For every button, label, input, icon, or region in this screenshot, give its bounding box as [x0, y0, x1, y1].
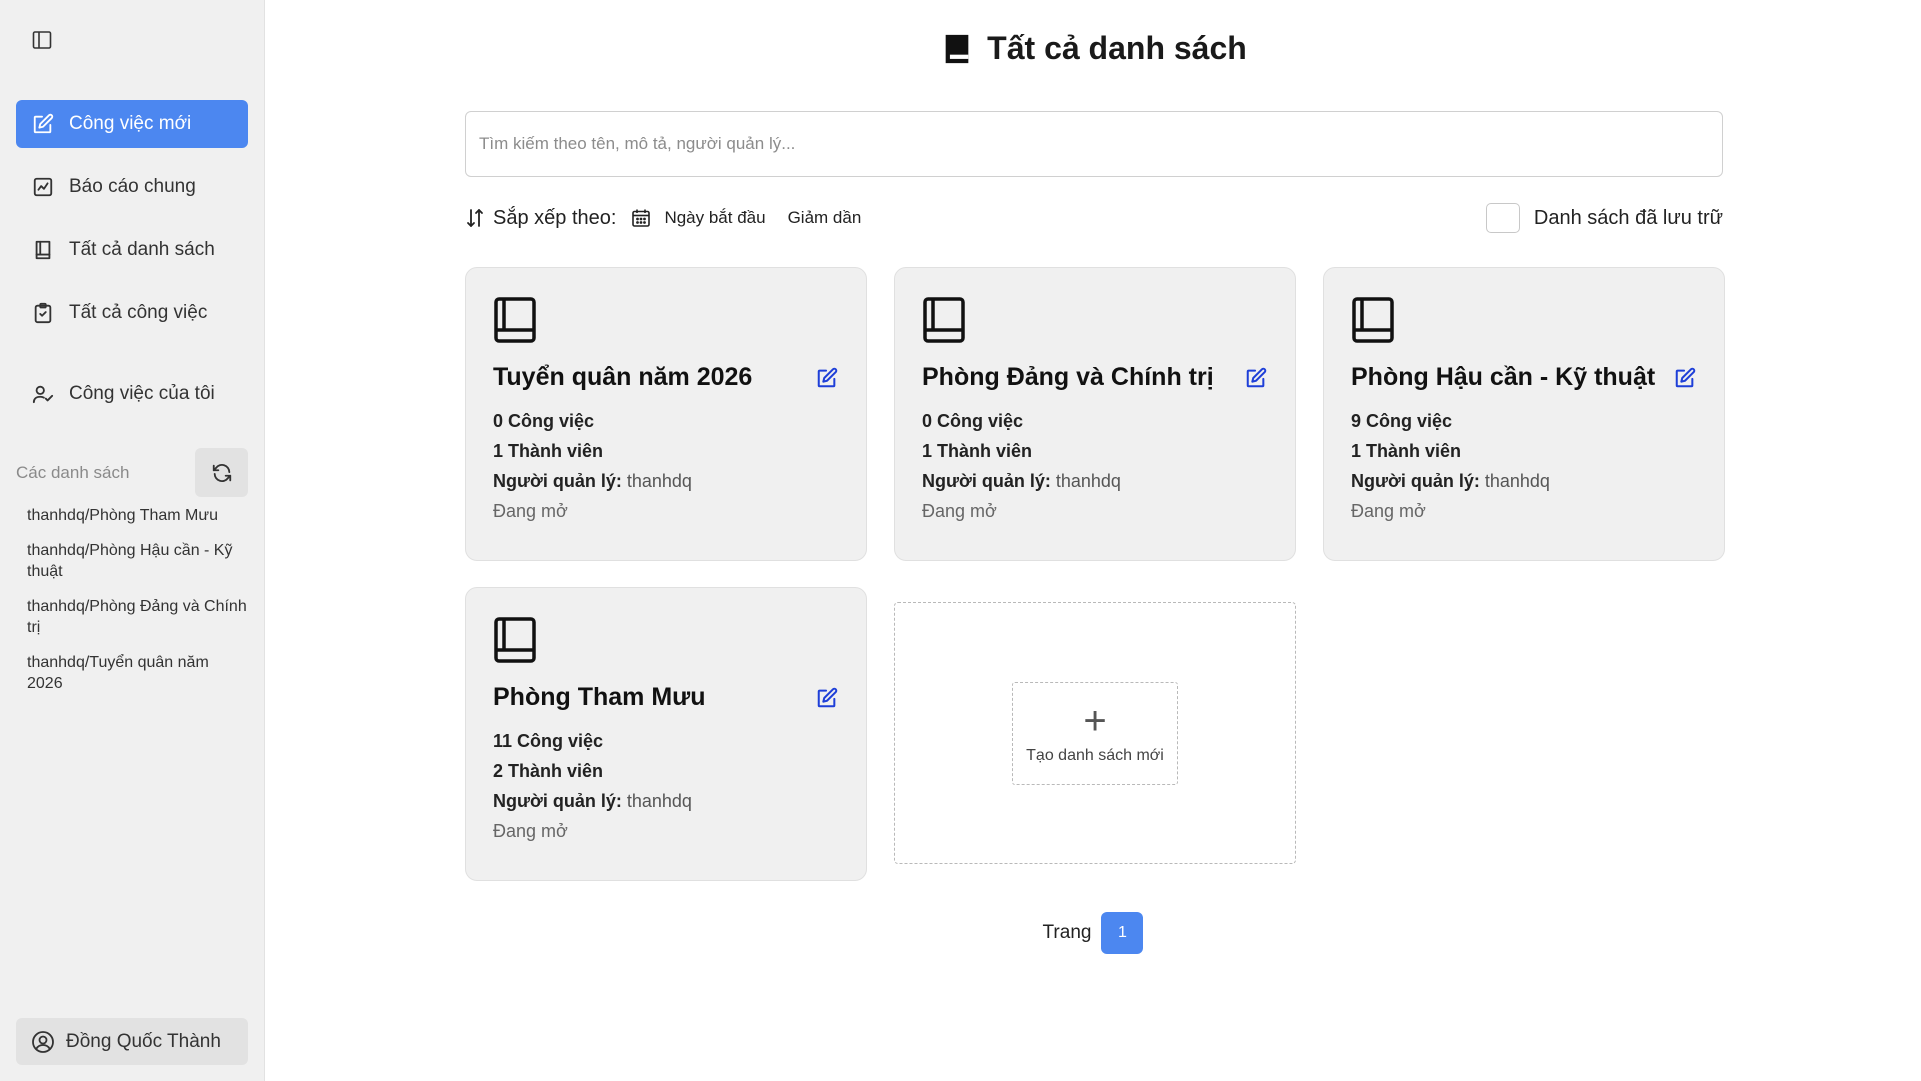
edit-square-icon — [31, 112, 55, 136]
nav-item-label: Công việc mới — [69, 113, 192, 134]
manager-label: Người quản lý: — [493, 791, 622, 811]
list-card-title: Phòng Tham Mưu — [493, 683, 706, 711]
nav-item-label: Báo cáo chung — [69, 176, 196, 197]
sort-label: Sắp xếp theo: — [493, 206, 617, 229]
pagination-label: Trang — [1042, 922, 1092, 943]
list-status: Đang mở — [493, 501, 568, 521]
refresh-lists-button[interactable] — [195, 448, 248, 497]
book-icon — [31, 238, 55, 262]
list-card[interactable]: Tuyển quân năm 2026 0 Công việc 1 Thành … — [465, 267, 867, 561]
edit-list-button[interactable] — [815, 686, 839, 710]
pagination: Trang 1 — [265, 912, 1921, 954]
page-title: Tất cả danh sách — [265, 30, 1921, 67]
nav-item-all-lists[interactable]: Tất cả danh sách — [16, 226, 248, 274]
user-circle-icon — [30, 1029, 56, 1055]
list-card-title: Tuyển quân năm 2026 — [493, 363, 753, 391]
book-icon — [1352, 297, 1394, 343]
sidebar-list-link[interactable]: thanhdq/Phòng Đảng và Chính trị — [27, 596, 248, 638]
manager-value: thanhdq — [1484, 471, 1550, 491]
refresh-icon — [212, 463, 231, 482]
sidebar-list-link[interactable]: thanhdq/Tuyển quân năm 2026 — [27, 652, 248, 694]
member-count: 1 Thành viên — [922, 441, 1033, 461]
sidebar-toggle-button[interactable] — [30, 28, 54, 52]
list-card[interactable]: Phòng Hậu cần - Kỹ thuật 9 Công việc 1 T… — [1323, 267, 1725, 561]
sort-field-value: Ngày bắt đầu — [664, 208, 766, 227]
lists-header: Các danh sách — [16, 448, 248, 497]
task-count: 11 Công việc — [493, 731, 604, 751]
manager-label: Người quản lý: — [922, 471, 1051, 491]
user-name: Đồng Quốc Thành — [66, 1030, 221, 1052]
member-count: 1 Thành viên — [1351, 441, 1462, 461]
lists-section-title: Các danh sách — [16, 462, 130, 482]
sidebar-nav: Công việc mới Báo cáo chung Tất cả danh … — [16, 100, 248, 433]
new-list-card: + Tạo danh sách mới — [894, 602, 1296, 864]
nav-item-label: Tất cả công việc — [69, 302, 208, 323]
sort-row: Sắp xếp theo: Ngày bắt đầu Giảm dần Danh… — [465, 200, 1723, 236]
nav-item-new-task[interactable]: Công việc mới — [16, 100, 248, 148]
list-card[interactable]: Phòng Đảng và Chính trị 0 Công việc 1 Th… — [894, 267, 1296, 561]
create-list-label: Tạo danh sách mới — [1026, 747, 1164, 764]
manager-value: thanhdq — [626, 471, 692, 491]
book-icon — [939, 31, 975, 67]
sort-direction-toggle[interactable]: Giảm dần — [788, 208, 862, 228]
edit-icon — [817, 687, 838, 707]
sidebar-list-link[interactable]: thanhdq/Phòng Tham Mưu — [27, 505, 248, 526]
manager-label: Người quản lý: — [1351, 471, 1480, 491]
sidebar-list-links: thanhdq/Phòng Tham Mưu thanhdq/Phòng Hậu… — [27, 505, 248, 708]
task-count: 9 Công việc — [1351, 411, 1453, 431]
edit-list-button[interactable] — [815, 366, 839, 390]
book-icon — [494, 297, 536, 343]
nav-item-general-report[interactable]: Báo cáo chung — [16, 163, 248, 211]
archived-label: Danh sách đã lưu trữ — [1533, 206, 1723, 229]
task-count: 0 Công việc — [922, 411, 1024, 431]
create-list-button[interactable]: + Tạo danh sách mới — [1012, 681, 1178, 785]
list-status: Đang mở — [1351, 501, 1426, 521]
page-button-current[interactable]: 1 — [1101, 912, 1144, 954]
manager-value: thanhdq — [626, 791, 692, 811]
list-card[interactable]: Phòng Tham Mưu 11 Công việc 2 Thành viên… — [465, 587, 867, 881]
archived-lists-toggle[interactable]: Danh sách đã lưu trữ — [1485, 203, 1723, 233]
member-count: 1 Thành viên — [493, 441, 604, 461]
sidebar-panel-icon — [32, 31, 52, 49]
manager-value: thanhdq — [1055, 471, 1121, 491]
nav-item-label: Tất cả danh sách — [69, 239, 215, 260]
book-icon — [494, 617, 536, 663]
search-input[interactable] — [465, 111, 1723, 177]
edit-icon — [1246, 367, 1267, 387]
edit-icon — [1675, 367, 1696, 387]
main-content: Tất cả danh sách Sắp xếp theo: Ngày bắt — [265, 0, 1921, 1081]
sort-field-select[interactable]: Ngày bắt đầu — [630, 207, 766, 229]
chart-icon — [31, 175, 55, 199]
sidebar-list-link[interactable]: thanhdq/Phòng Hậu cần - Kỹ thuật — [27, 540, 248, 582]
archived-checkbox[interactable] — [1485, 203, 1520, 233]
member-count: 2 Thành viên — [493, 761, 604, 781]
book-icon — [923, 297, 965, 343]
user-profile-button[interactable]: Đồng Quốc Thành — [16, 1018, 248, 1065]
page-title-text: Tất cả danh sách — [987, 30, 1247, 66]
manager-label: Người quản lý: — [493, 471, 622, 491]
nav-item-my-tasks[interactable]: Công việc của tôi — [16, 370, 248, 418]
list-card-title: Phòng Đảng và Chính trị — [922, 363, 1214, 391]
list-card-title: Phòng Hậu cần - Kỹ thuật — [1351, 363, 1656, 391]
task-count: 0 Công việc — [493, 411, 595, 431]
edit-icon — [817, 367, 838, 387]
nav-item-all-tasks[interactable]: Tất cả công việc — [16, 289, 248, 337]
user-check-icon — [31, 382, 55, 406]
calendar-icon — [630, 207, 652, 229]
edit-list-button[interactable] — [1673, 366, 1697, 390]
sort-icon — [465, 206, 485, 230]
sidebar: Công việc mới Báo cáo chung Tất cả danh … — [0, 0, 265, 1081]
nav-item-label: Công việc của tôi — [69, 383, 215, 404]
edit-list-button[interactable] — [1244, 366, 1268, 390]
plus-icon: + — [1083, 699, 1107, 743]
list-status: Đang mở — [493, 821, 568, 841]
clipboard-check-icon — [31, 301, 55, 325]
list-status: Đang mở — [922, 501, 997, 521]
